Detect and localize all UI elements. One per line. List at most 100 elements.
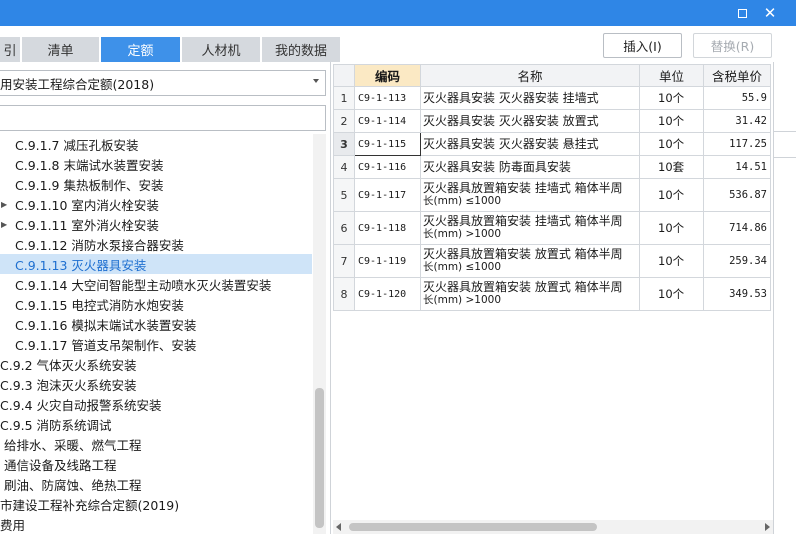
cell-price[interactable]: 349.53 xyxy=(703,277,771,311)
tree-item[interactable]: C.9.5 消防系统调试 xyxy=(0,414,312,434)
tree-item[interactable]: C.9.4 火灾自动报警系统安装 xyxy=(0,394,312,414)
expand-arrow-icon[interactable]: ▶ xyxy=(1,220,7,229)
cell-name[interactable]: 灭火器具放置箱安装 挂墙式 箱体半周 长(mm) >1000 xyxy=(420,211,640,245)
cell-name[interactable]: 灭火器具安装 灭火器安装 挂墙式 xyxy=(420,86,640,110)
cell-unit[interactable]: 10个 xyxy=(639,86,704,110)
cell-unit[interactable]: 10个 xyxy=(639,277,704,311)
tree-item[interactable]: 市建设工程补充综合定额(2019) xyxy=(0,494,312,514)
cell-price[interactable]: 536.87 xyxy=(703,178,771,212)
cell-unit[interactable]: 10个 xyxy=(639,178,704,212)
cell-name[interactable]: 灭火器具安装 防毒面具安装 xyxy=(420,155,640,179)
expand-arrow-icon[interactable]: ▶ xyxy=(1,200,7,209)
tree-item-label: C.9.1.9 集热板制作、安装 xyxy=(15,177,164,193)
cell-name[interactable]: 灭火器具安装 灭火器安装 放置式 xyxy=(420,109,640,133)
tree-item[interactable]: ▶ C.9.1.11 室外消火栓安装 xyxy=(0,214,312,234)
table-row[interactable]: 4 C9-1-116 灭火器具安装 防毒面具安装 10套 14.51 xyxy=(333,155,771,179)
cell-code[interactable]: C9-1-113 xyxy=(354,86,421,110)
table-row[interactable]: 7 C9-1-119 灭火器具放置箱安装 放置式 箱体半周 长(mm) ≤1000 10… xyxy=(333,244,771,278)
tree-item-label: C.9.1.15 电控式消防水炮安装 xyxy=(15,297,184,313)
row-index[interactable]: 6 xyxy=(333,211,355,245)
tree-item[interactable]: C.9.1.16 模拟末端试水装置安装 xyxy=(0,314,312,334)
table-row[interactable]: 3 C9-1-115 灭火器具安装 灭火器安装 悬挂式 10个 117.25 xyxy=(333,132,771,156)
insert-button[interactable]: 插入(I) xyxy=(603,33,682,58)
vertical-scrollbar[interactable] xyxy=(313,134,326,534)
scroll-left-icon[interactable] xyxy=(336,523,341,531)
tree-item[interactable]: C.9.1.14 大空间智能型主动喷水灭火装置安装 xyxy=(0,274,312,294)
cell-name[interactable]: 灭火器具放置箱安装 放置式 箱体半周 长(mm) ≤1000 xyxy=(420,244,640,278)
tree-item[interactable]: ▶ C.9.1.10 室内消火栓安装 xyxy=(0,194,312,214)
replace-button[interactable]: 替换(R) xyxy=(693,33,772,58)
row-index[interactable]: 1 xyxy=(333,86,355,110)
tree-item[interactable]: 给排水、采暖、燃气工程 xyxy=(0,434,312,454)
tree-item[interactable]: C.9.3 泡沫灭火系统安装 xyxy=(0,374,312,394)
column-header-name[interactable]: 名称 xyxy=(420,64,640,87)
column-header-price[interactable]: 含税单价 xyxy=(703,64,771,87)
row-index[interactable]: 2 xyxy=(333,109,355,133)
table-row[interactable]: 8 C9-1-120 灭火器具放置箱安装 放置式 箱体半周 长(mm) >1000 10… xyxy=(333,277,771,311)
horizontal-scroll-thumb[interactable] xyxy=(349,523,597,531)
cell-price[interactable]: 55.9 xyxy=(703,86,771,110)
vertical-scroll-thumb[interactable] xyxy=(315,388,324,528)
divider xyxy=(773,131,796,132)
close-icon[interactable]: ✕ xyxy=(757,0,783,26)
cell-code[interactable]: C9-1-116 xyxy=(354,155,421,179)
cell-code[interactable]: C9-1-119 xyxy=(354,244,421,278)
row-index[interactable]: 4 xyxy=(333,155,355,179)
tree-item[interactable]: 费用 xyxy=(0,514,312,534)
cell-price[interactable]: 31.42 xyxy=(703,109,771,133)
tree-item[interactable]: C.9.2 气体灭火系统安装 xyxy=(0,354,312,374)
maximize-icon[interactable] xyxy=(729,0,755,26)
tab-labor-material-machine[interactable]: 人材机 xyxy=(182,37,261,62)
row-index[interactable]: 8 xyxy=(333,277,355,311)
horizontal-scrollbar[interactable] xyxy=(333,520,773,534)
tree-item[interactable]: C.9.1.17 管道支吊架制作、安装 xyxy=(0,334,312,354)
cell-price[interactable]: 259.34 xyxy=(703,244,771,278)
cell-code[interactable]: C9-1-117 xyxy=(354,178,421,212)
cell-unit[interactable]: 10个 xyxy=(639,132,704,156)
library-select-value: 用安装工程综合定额(2018) xyxy=(0,76,155,92)
tree-item[interactable]: 刷油、防腐蚀、绝热工程 xyxy=(0,474,312,494)
cell-name[interactable]: 灭火器具安装 灭火器安装 悬挂式 xyxy=(420,132,640,156)
cell-unit[interactable]: 10个 xyxy=(639,211,704,245)
cell-price[interactable]: 117.25 xyxy=(703,132,771,156)
tree-item[interactable]: C.9.1.15 电控式消防水炮安装 xyxy=(0,294,312,314)
column-header-code[interactable]: 编码 xyxy=(354,64,421,87)
row-index[interactable]: 5 xyxy=(333,178,355,212)
cell-code[interactable]: C9-1-118 xyxy=(354,211,421,245)
tree-item-selected[interactable]: C.9.1.13 灭火器具安装 xyxy=(0,254,312,274)
library-select[interactable]: 用安装工程综合定额(2018) xyxy=(0,70,326,96)
cell-unit[interactable]: 10个 xyxy=(639,244,704,278)
table-row[interactable]: 2 C9-1-114 灭火器具安装 灭火器安装 放置式 10个 31.42 xyxy=(333,109,771,133)
column-header-unit[interactable]: 单位 xyxy=(639,64,704,87)
cell-code[interactable]: C9-1-115 xyxy=(354,132,421,156)
tab-bill[interactable]: 清单 xyxy=(22,37,100,62)
search-box[interactable] xyxy=(0,105,326,131)
cell-price[interactable]: 14.51 xyxy=(703,155,771,179)
tree-item-label: 刷油、防腐蚀、绝热工程 xyxy=(4,477,142,493)
tree-item-label: C.9.1.11 室外消火栓安装 xyxy=(15,217,159,233)
cell-code[interactable]: C9-1-114 xyxy=(354,109,421,133)
tree-item[interactable]: 通信设备及线路工程 xyxy=(0,454,312,474)
cell-code[interactable]: C9-1-120 xyxy=(354,277,421,311)
tree-item[interactable]: C.9.1.8 末端试水装置安装 xyxy=(0,154,312,174)
row-index[interactable]: 7 xyxy=(333,244,355,278)
cell-name[interactable]: 灭火器具放置箱安装 挂墙式 箱体半周 长(mm) ≤1000 xyxy=(420,178,640,212)
tab-quota[interactable]: 定额 xyxy=(101,37,181,62)
tab-partial[interactable]: 引 xyxy=(0,37,21,62)
table-row[interactable]: 5 C9-1-117 灭火器具放置箱安装 挂墙式 箱体半周 长(mm) ≤1000 10… xyxy=(333,178,771,212)
cell-unit[interactable]: 10套 xyxy=(639,155,704,179)
table-header-row: 编码 名称 单位 含税单价 xyxy=(333,64,771,87)
chevron-down-icon[interactable] xyxy=(313,79,319,83)
tree-item[interactable]: C.9.1.12 消防水泵接合器安装 xyxy=(0,234,312,254)
cell-price[interactable]: 714.86 xyxy=(703,211,771,245)
tab-my-data[interactable]: 我的数据 xyxy=(262,37,341,62)
tree-item[interactable]: C.9.1.7 减压孔板安装 xyxy=(0,134,312,154)
cell-name[interactable]: 灭火器具放置箱安装 放置式 箱体半周 长(mm) >1000 xyxy=(420,277,640,311)
table-row[interactable]: 1 C9-1-113 灭火器具安装 灭火器安装 挂墙式 10个 55.9 xyxy=(333,86,771,110)
cell-unit[interactable]: 10个 xyxy=(639,109,704,133)
search-input[interactable] xyxy=(0,106,325,130)
scroll-right-icon[interactable] xyxy=(765,523,770,531)
table-row[interactable]: 6 C9-1-118 灭火器具放置箱安装 挂墙式 箱体半周 长(mm) >1000 10… xyxy=(333,211,771,245)
row-index[interactable]: 3 xyxy=(333,132,355,156)
tree-item[interactable]: C.9.1.9 集热板制作、安装 xyxy=(0,174,312,194)
